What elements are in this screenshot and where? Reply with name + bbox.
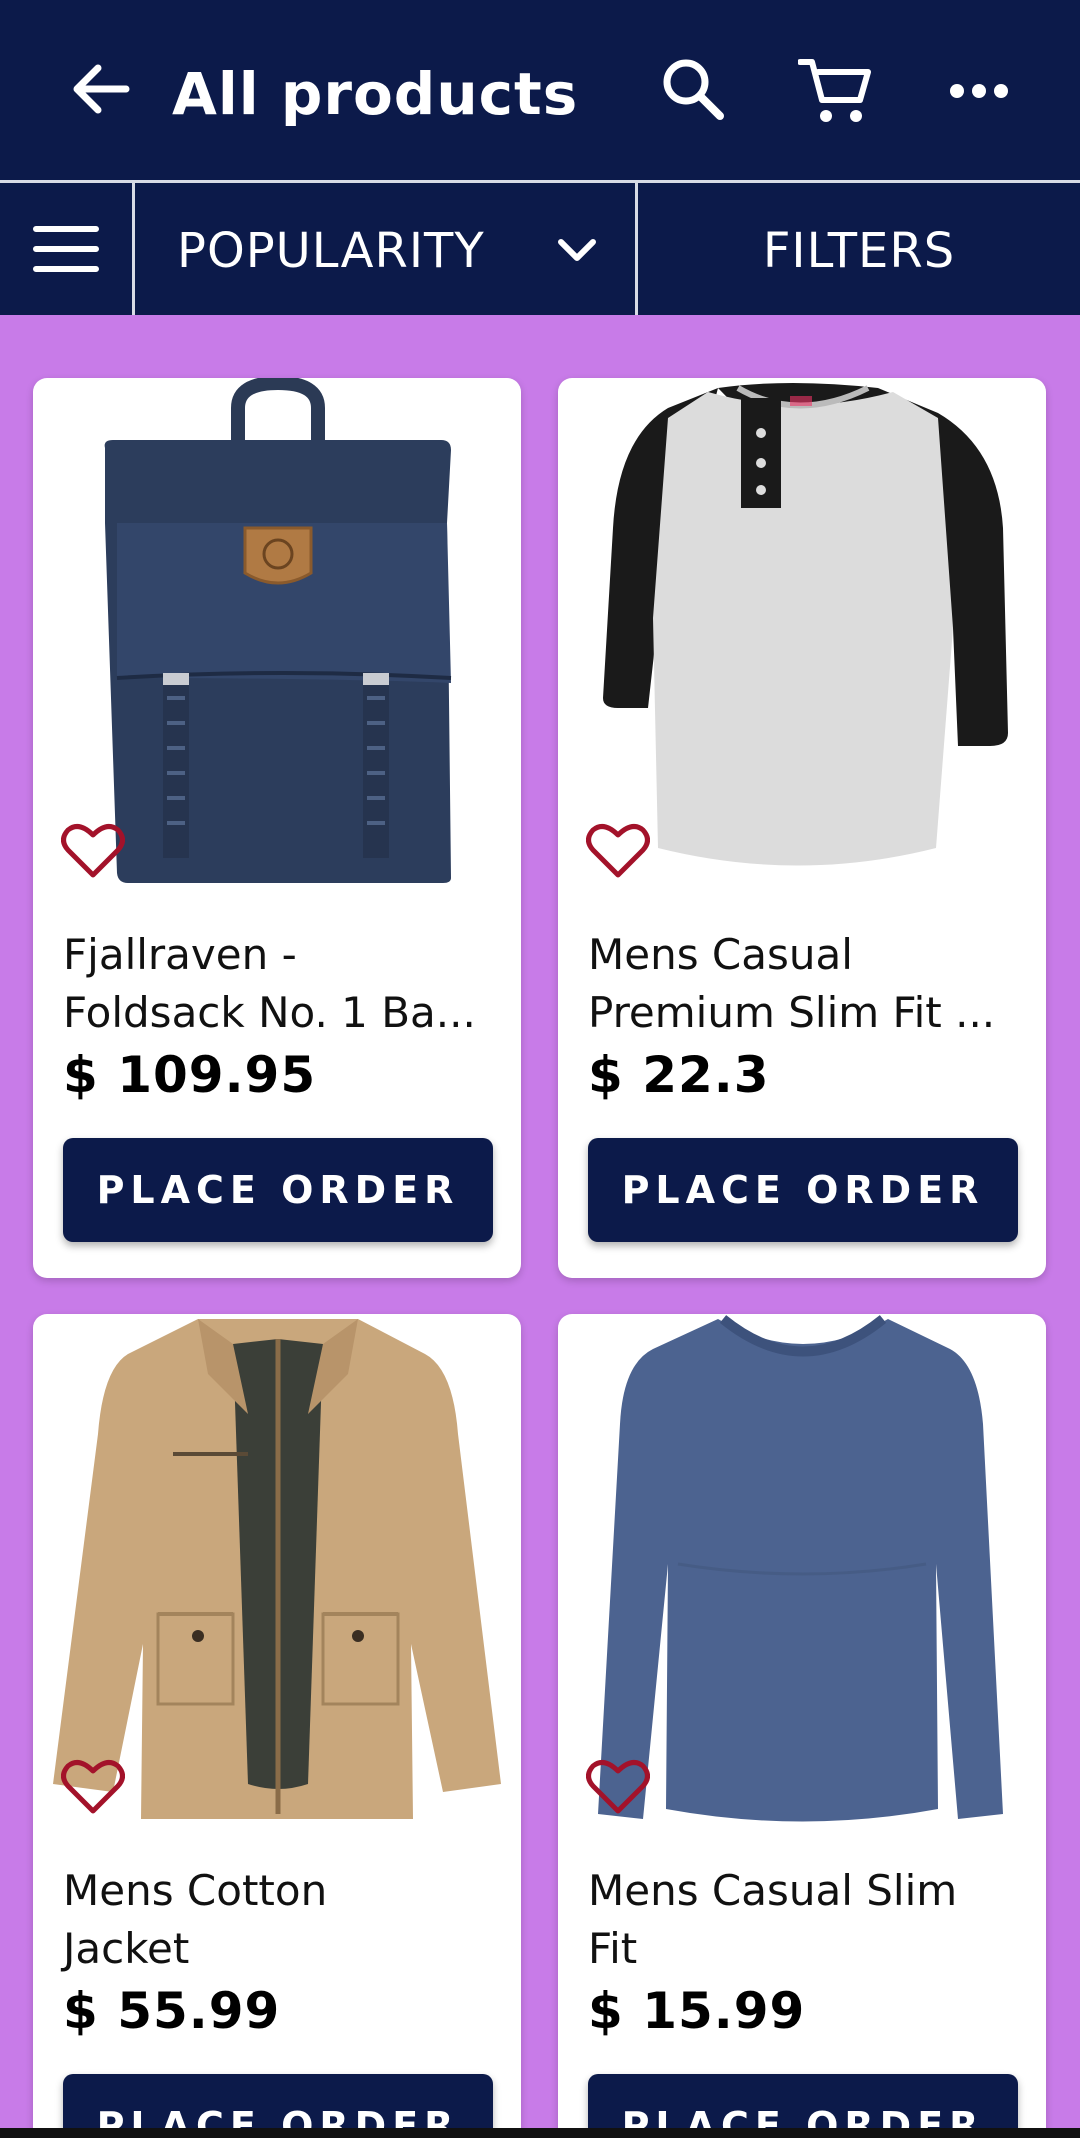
product-name: Mens Casual Premium Slim Fit ... (588, 930, 996, 1037)
place-order-button[interactable]: PLACE ORDER (63, 1138, 493, 1242)
back-button[interactable] (70, 58, 132, 120)
favorite-button[interactable] (586, 1758, 650, 1816)
favorite-button[interactable] (61, 1758, 125, 1816)
product-price: $ 15.99 (588, 1982, 806, 2040)
menu-button[interactable] (0, 183, 132, 315)
product-name: Fjallraven - Foldsack No. 1 Ba... (63, 930, 476, 1037)
place-order-button[interactable]: PLACE ORDER (588, 1138, 1018, 1242)
cart-button[interactable] (797, 56, 872, 126)
product-image-henley-shirt (603, 383, 1008, 866)
sort-label: POPULARITY (177, 223, 485, 279)
page-title: All products (172, 60, 579, 128)
heart-outline-icon (586, 1759, 650, 1814)
product-image-cotton-jacket (53, 1319, 501, 1819)
arrow-left-icon (73, 64, 130, 114)
heart-outline-icon (61, 1759, 125, 1814)
app-bar: All products (0, 0, 1080, 180)
product-card[interactable]: Mens Casual Premium Slim Fit ... $ 22.3 … (558, 378, 1046, 1278)
heart-outline-icon (61, 823, 125, 878)
hamburger-menu-icon (33, 226, 99, 272)
more-horizontal-icon (950, 84, 1008, 98)
product-image-long-sleeve-tee (598, 1315, 1003, 1822)
product-card[interactable]: Mens Cotton Jacket $ 55.99 PLACE ORDER (33, 1314, 521, 2138)
product-price: $ 22.3 (588, 1046, 770, 1104)
product-price: $ 55.99 (63, 1982, 281, 2040)
screen-bottom-edge (0, 2128, 1080, 2138)
product-card[interactable]: Fjallraven - Foldsack No. 1 Ba... $ 109.… (33, 378, 521, 1278)
product-image-backpack (104, 378, 452, 883)
sort-dropdown[interactable]: POPULARITY (135, 183, 635, 315)
more-options-button[interactable] (948, 76, 1010, 106)
product-name: Mens Cotton Jacket (63, 1866, 328, 1973)
heart-outline-icon (586, 823, 650, 878)
favorite-button[interactable] (586, 822, 650, 880)
filters-label: FILTERS (762, 223, 956, 279)
filters-button[interactable]: FILTERS (638, 183, 1080, 315)
sort-filter-bar: POPULARITY FILTERS (0, 183, 1080, 315)
product-price: $ 109.95 (63, 1046, 317, 1104)
cart-icon (797, 59, 871, 122)
favorite-button[interactable] (61, 822, 125, 880)
search-icon (663, 59, 724, 120)
chevron-down-icon (558, 239, 596, 261)
search-button[interactable] (660, 56, 726, 122)
product-name: Mens Casual Slim Fit (588, 1866, 958, 1973)
product-card[interactable]: Mens Casual Slim Fit $ 15.99 PLACE ORDER (558, 1314, 1046, 2138)
